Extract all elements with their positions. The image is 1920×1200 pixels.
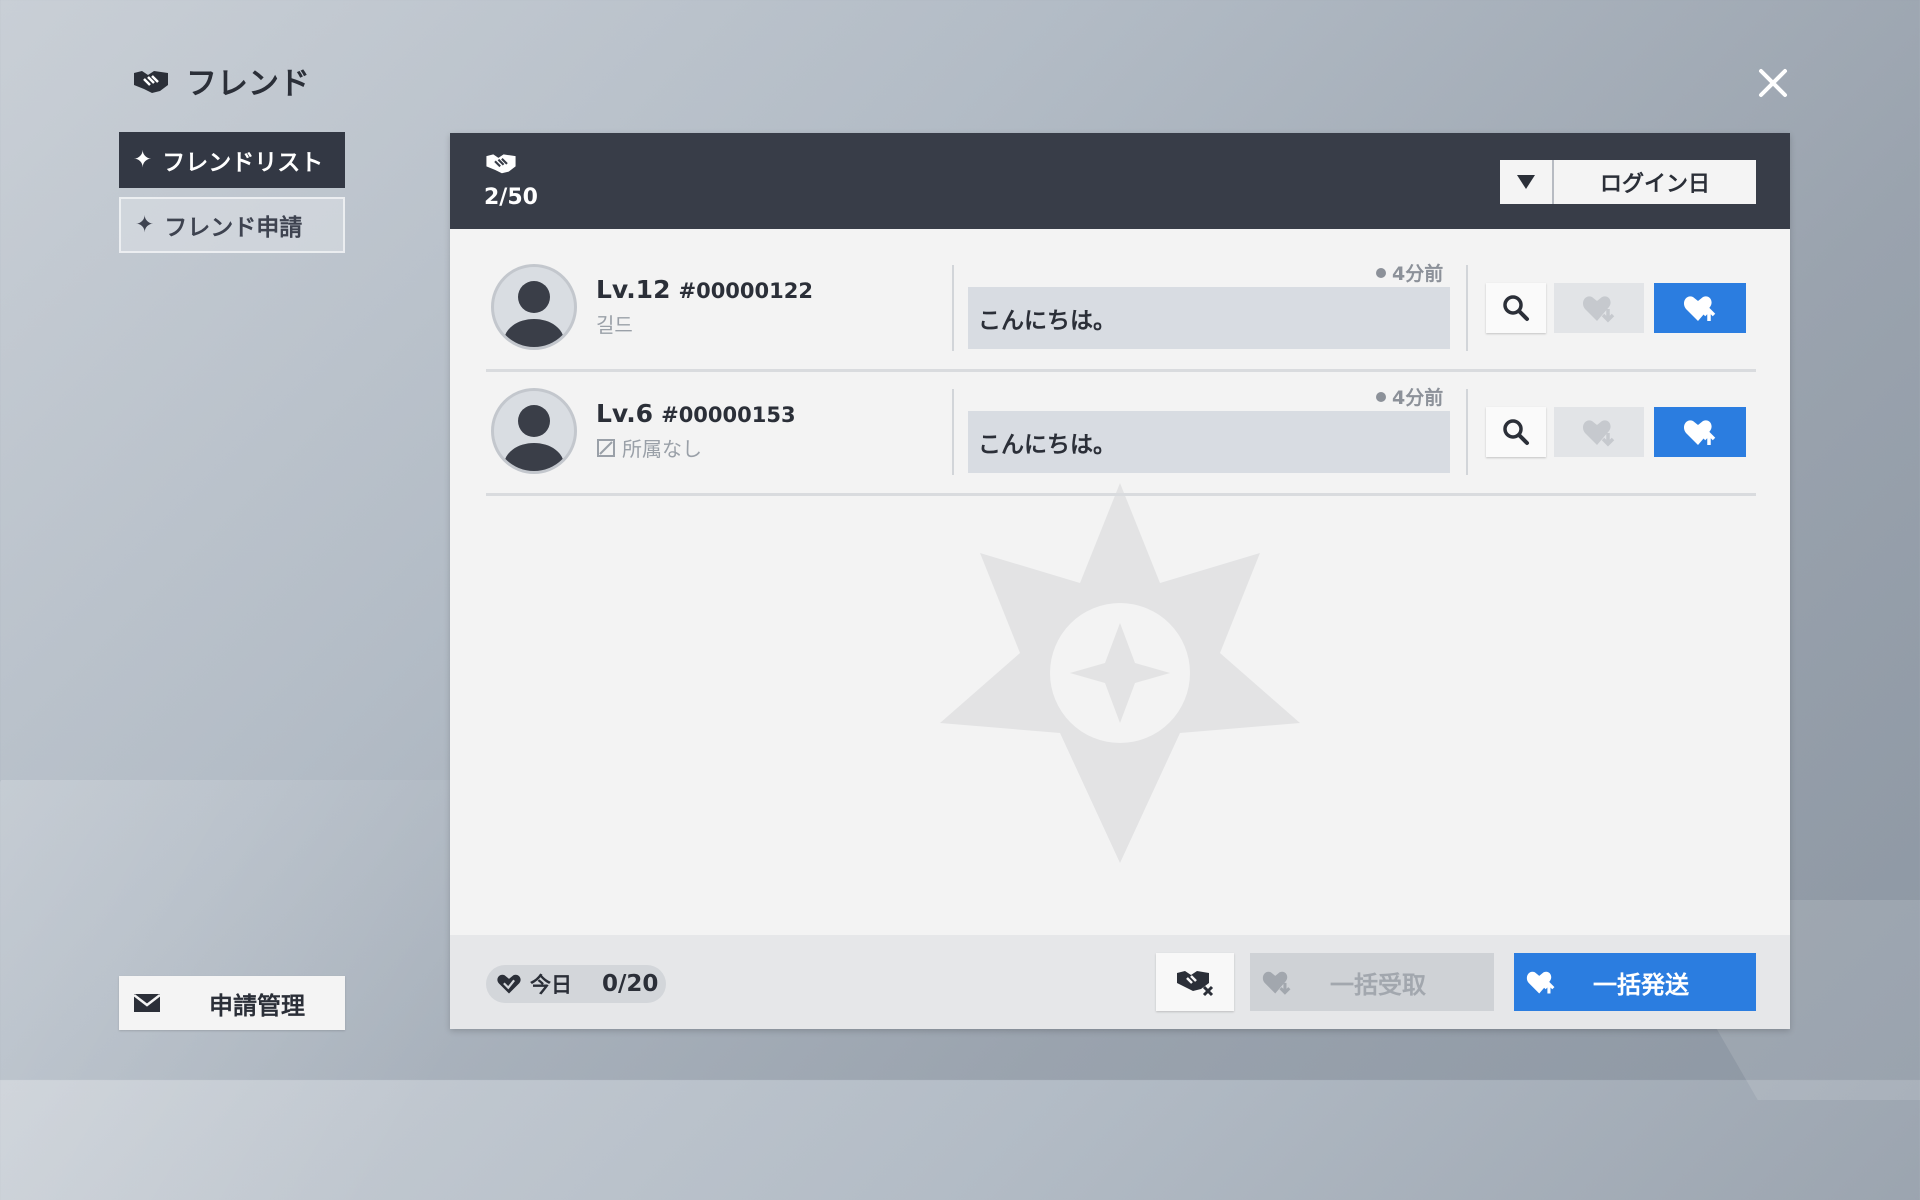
heart-receive-icon [1582,420,1615,447]
avatar [491,264,577,350]
heart-send-icon [1683,296,1716,321]
tab-friend-list[interactable]: ✦ フレンドリスト [119,132,345,188]
last-login-text: 4分前 [1392,263,1444,285]
request-manage-label: 申請管理 [209,991,305,1020]
today-value: 0/20 [602,971,659,997]
heart-send-icon [1526,971,1555,994]
sparkle-icon: ✦ [133,147,153,173]
friend-message: こんにちは。 [968,287,1450,349]
emblem-watermark [940,483,1300,863]
level-text: Lv.6 [596,399,654,428]
tab-label: フレンド申請 [164,215,303,241]
status-dot-icon [1376,267,1386,278]
panel-footer: 今日 0/20 一括受取 一括発送 [450,935,1790,1029]
friend-guild: 길드 [596,309,633,338]
receive-gift-button[interactable] [1554,407,1644,457]
heart-gift-icon [497,974,521,994]
last-login: 4分前 [1376,259,1443,286]
handshake-remove-icon [1177,971,1214,997]
close-icon [1759,69,1787,97]
sparkle-icon: ✦ [135,212,155,238]
send-gift-button[interactable] [1654,283,1746,333]
friend-id: #00000122 [678,279,813,303]
avatar [491,388,577,474]
heart-receive-icon [1582,296,1615,323]
friend-id: #00000153 [661,403,796,427]
send-gift-button[interactable] [1654,407,1746,457]
handshake-icon [134,70,168,93]
handshake-icon [486,154,516,174]
send-all-button[interactable]: 一括発送 [1514,953,1756,1011]
remove-friend-button[interactable] [1156,953,1234,1011]
page-title: フレンド [132,58,310,103]
friend-row: Lv.12 #00000122 길드 4分前 こんにちは。 [486,245,1756,372]
today-label: 今日 [530,973,572,997]
receive-gift-button[interactable] [1554,283,1644,333]
tab-label: フレンドリスト [162,150,324,176]
tab-friend-request[interactable]: ✦ フレンド申請 [119,197,345,253]
last-login: 4分前 [1376,383,1443,410]
guild-name: 길드 [596,313,633,337]
friend-level: Lv.12 #00000122 [596,275,813,304]
close-button[interactable] [1752,62,1794,104]
sort-selected: ログイン日 [1599,172,1710,197]
friend-count: 2/50 [484,151,538,210]
divider [1466,265,1468,351]
profile-search-button[interactable] [1486,283,1546,333]
friend-count-value: 2/50 [484,185,538,210]
level-text: Lv.12 [596,275,671,304]
divider [1466,389,1468,475]
request-manage-button[interactable]: 申請管理 [119,976,345,1030]
receive-all-button[interactable]: 一括受取 [1250,953,1494,1011]
mail-icon [133,994,161,1012]
no-guild-icon [597,438,615,457]
page-title-text: フレンド [186,66,310,102]
status-dot-icon [1376,391,1386,402]
sort-dropdown[interactable]: ログイン日 [1500,160,1756,204]
profile-search-button[interactable] [1486,407,1546,457]
send-all-label: 一括発送 [1593,970,1689,999]
friend-guild: 所属なし [596,433,702,462]
last-login-text: 4分前 [1392,387,1444,409]
heart-receive-icon [1262,971,1291,995]
divider [952,389,954,475]
search-icon [1503,295,1529,321]
daily-gift-counter: 今日 0/20 [486,965,666,1003]
heart-send-icon [1683,420,1716,445]
friend-row: Lv.6 #00000153 所属なし 4分前 こんにちは。 [486,369,1756,496]
divider [952,265,954,351]
search-icon [1503,419,1529,445]
friend-panel: 2/50 ログイン日 Lv.12 #00000122 길드 4分前 こんにちは。… [450,133,1790,1029]
dropdown-arrow-icon [1500,160,1554,204]
friend-level: Lv.6 #00000153 [596,399,796,428]
guild-name: 所属なし [622,437,702,461]
friend-message: こんにちは。 [968,411,1450,473]
panel-header: 2/50 ログイン日 [450,133,1790,229]
receive-all-label: 一括受取 [1330,970,1426,999]
